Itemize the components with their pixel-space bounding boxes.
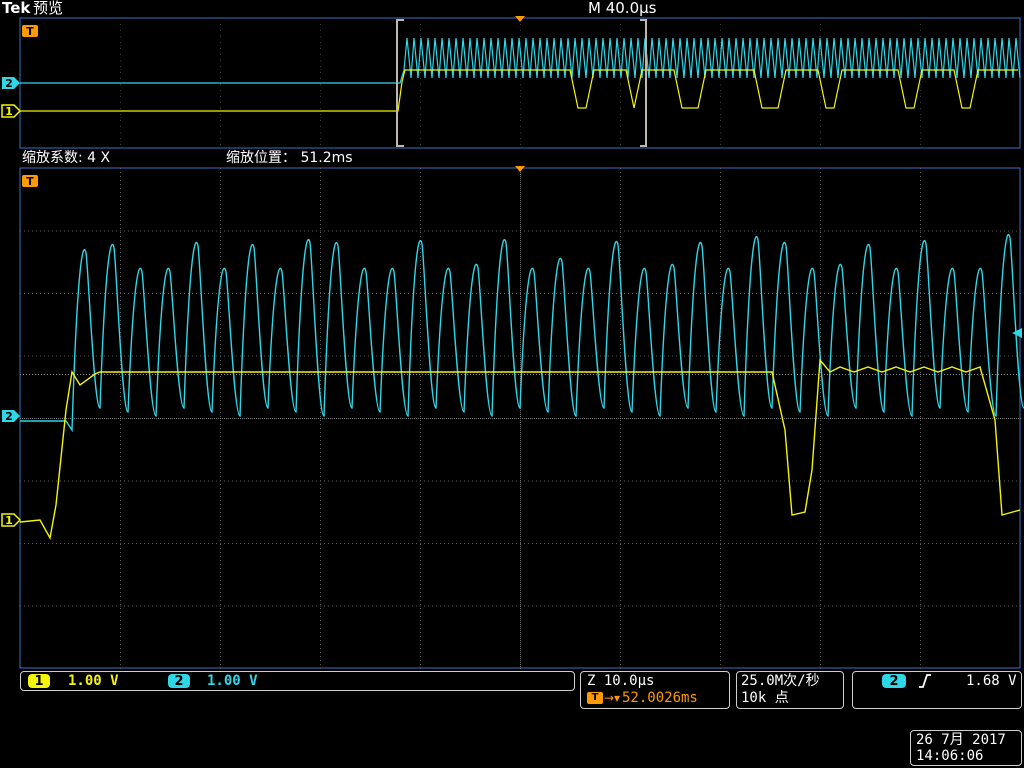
trigger-source-badge: 2 — [882, 674, 906, 689]
overview-ch1-trace — [20, 69, 1018, 112]
svg-text:T: T — [26, 175, 34, 188]
main-trigger-marker[interactable]: T — [22, 175, 38, 188]
rising-edge-icon — [919, 674, 931, 688]
main-trigger-position-icon — [515, 166, 525, 172]
svg-text:1: 1 — [5, 514, 13, 527]
svg-text:2: 2 — [5, 410, 13, 423]
svg-text:1: 1 — [5, 105, 13, 118]
date: 26 7月 2017 — [916, 732, 1006, 748]
sample-rate: 25.0M次/秒 — [741, 673, 820, 689]
oscilloscope-display: T 2 1 T 2 1 — [1, 16, 1024, 669]
overview-grid — [120, 18, 921, 145]
acquisition-mode: 预览 — [33, 0, 64, 17]
ch1-scale[interactable]: 1.00 V — [68, 673, 119, 689]
trigger-level: 1.68 V — [966, 673, 1017, 689]
ch1-badge[interactable]: 1 — [28, 674, 50, 689]
overview-trigger-position-icon — [515, 16, 525, 22]
time: 14:06:06 — [916, 748, 984, 764]
main-graticule — [20, 168, 1021, 669]
svg-text:2: 2 — [5, 77, 13, 90]
ch2-ground-marker[interactable]: 2 — [2, 410, 20, 423]
brand-logo: Tek — [2, 0, 31, 17]
main-timebase: M 40.0µs — [588, 0, 657, 17]
zoom-factor: 缩放系数: 4 X — [22, 150, 111, 166]
ch1-ground-marker[interactable]: 1 — [1, 513, 22, 527]
trigger-level-icon[interactable] — [1012, 328, 1022, 338]
record-length: 10k 点 — [741, 690, 789, 706]
ch2-scale[interactable]: 1.00 V — [207, 673, 258, 689]
trigger-position-value: 52.0026ms — [622, 690, 698, 706]
zoom-position: 缩放位置： 51.2ms — [226, 150, 353, 166]
zoom-scale: Z 10.0µs — [587, 673, 655, 689]
trigger-offset-icon: T — [587, 692, 603, 704]
svg-text:T: T — [26, 25, 34, 38]
overview-ch1-marker[interactable]: 1 — [1, 104, 22, 118]
overview-ch2-marker[interactable]: 2 — [2, 77, 20, 90]
ch2-badge[interactable]: 2 — [168, 674, 190, 689]
arrow-right-down-icon: →▾ — [604, 691, 621, 705]
overview-trigger-marker[interactable]: T — [22, 25, 38, 38]
ch2-waveform — [20, 233, 1024, 433]
